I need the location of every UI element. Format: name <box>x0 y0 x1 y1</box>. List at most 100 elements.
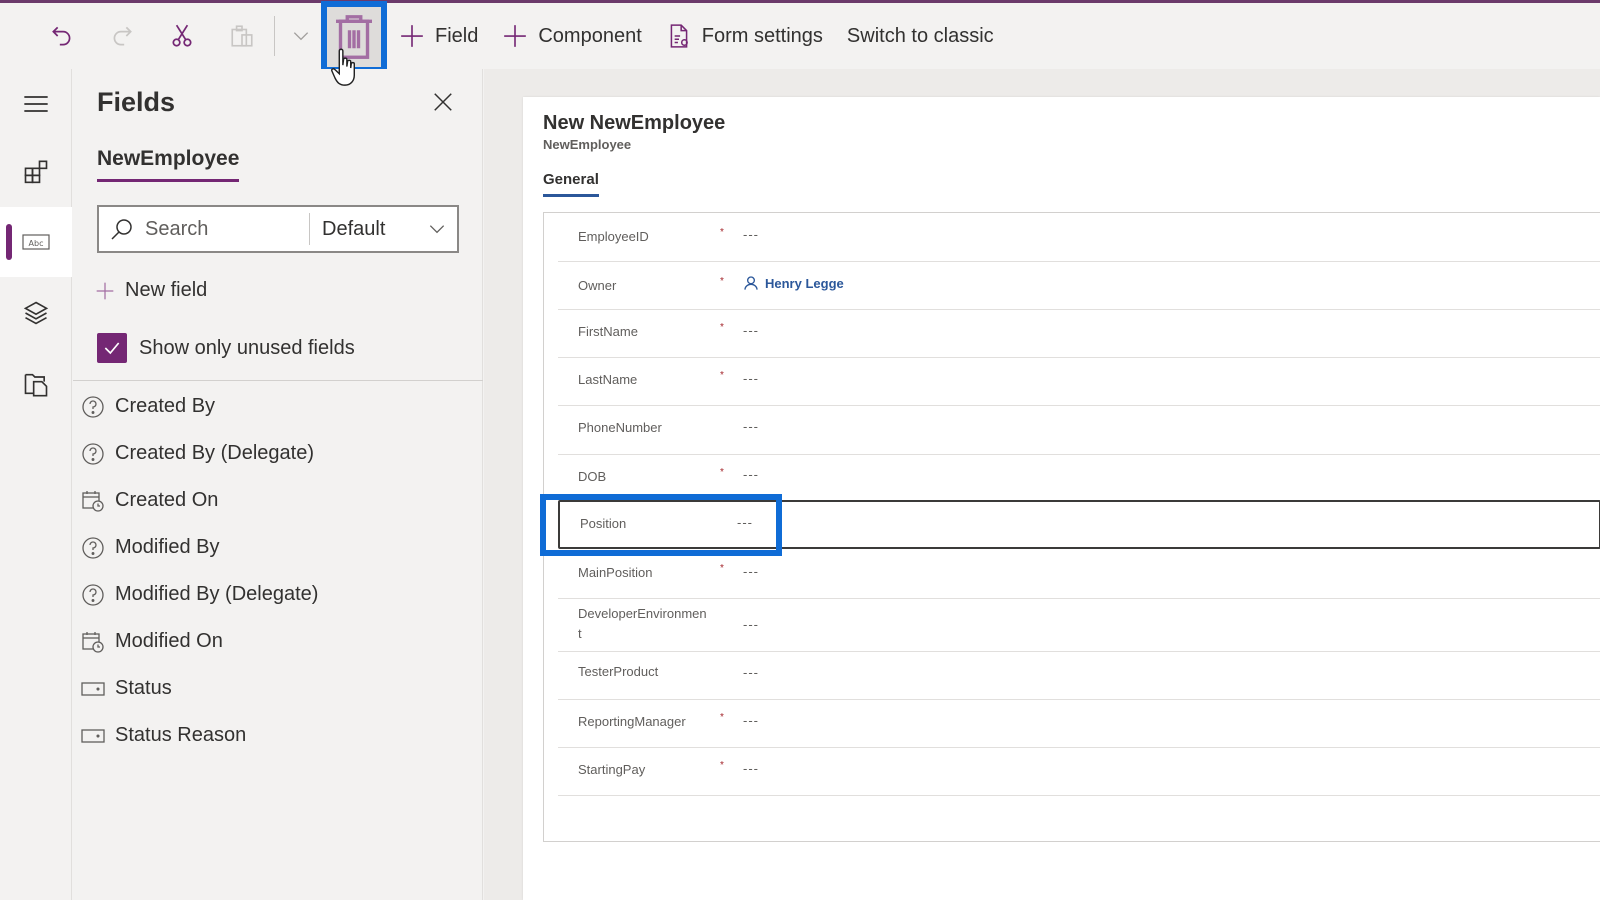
form-field-label: ReportingManager <box>578 714 686 729</box>
undo-button[interactable] <box>32 5 92 67</box>
lookup-icon <box>82 442 104 465</box>
form-field-row[interactable]: LastName * --- <box>558 358 1600 406</box>
switch-to-classic-button[interactable]: Switch to classic <box>835 5 1006 67</box>
more-dropdown-button[interactable] <box>281 5 321 67</box>
form-title: New NewEmployee <box>543 112 726 134</box>
close-panel-button[interactable] <box>428 87 458 117</box>
cut-button[interactable] <box>152 5 212 67</box>
datetime-icon <box>82 490 104 512</box>
field-list-item-label: Created By <box>115 395 216 417</box>
field-list-item[interactable]: Status <box>79 665 479 712</box>
search-input[interactable] <box>145 217 305 241</box>
trash-icon <box>336 15 372 59</box>
form-field-label: MainPosition <box>578 565 653 580</box>
field-list-item[interactable]: Created By <box>79 383 479 430</box>
field-list-item-label: Created On <box>115 489 219 511</box>
rail-components-button[interactable] <box>0 138 72 208</box>
form-field-label: Position <box>580 516 627 531</box>
add-field-button[interactable]: Field <box>387 5 490 67</box>
filter-selected-value: Default <box>322 217 386 240</box>
redo-button[interactable] <box>92 5 152 67</box>
form-field-value: --- <box>743 371 759 386</box>
plus-icon <box>401 25 423 47</box>
svg-text:Abc: Abc <box>29 239 44 248</box>
add-field-label: Field <box>435 24 479 47</box>
paste-icon <box>231 25 253 47</box>
form-field-row[interactable]: Owner * Henry Legge <box>558 262 1600 310</box>
chevron-down-icon <box>429 225 445 234</box>
form-field-row[interactable]: DeveloperEnvironment --- <box>558 599 1600 652</box>
form-field-row[interactable]: DOB * --- <box>558 455 1600 500</box>
show-unused-checkbox[interactable]: Show only unused fields <box>97 333 355 363</box>
components-icon <box>24 160 48 184</box>
lookup-icon <box>82 395 104 418</box>
toolbar-divider <box>274 16 275 56</box>
delete-button[interactable] <box>321 1 387 73</box>
person-icon <box>744 276 758 290</box>
form-field-label: PhoneNumber <box>578 420 662 435</box>
checkbox-checked[interactable] <box>97 333 127 363</box>
field-list-item[interactable]: Modified On <box>79 618 479 665</box>
owner-lookup-value[interactable]: Henry Legge <box>743 275 844 291</box>
add-component-button[interactable]: Component <box>490 5 653 67</box>
lookup-icon <box>82 536 104 559</box>
form-field-row[interactable]: PhoneNumber --- <box>558 406 1600 455</box>
fields-panel: Fields NewEmployee Default New field Sho… <box>73 69 483 900</box>
rail-form-libraries-button[interactable] <box>0 349 72 419</box>
field-list-item[interactable]: Status Reason <box>79 712 479 759</box>
required-marker: * <box>720 370 724 381</box>
form-field-value: --- <box>737 515 753 530</box>
tab-newemployee[interactable]: NewEmployee <box>97 147 240 182</box>
form-field-value: --- <box>743 761 759 776</box>
plus-icon <box>96 282 114 299</box>
left-nav-rail: Abc <box>0 69 72 900</box>
form-settings-icon <box>670 24 688 48</box>
form-field-row[interactable]: TesterProduct --- <box>558 652 1600 700</box>
field-list-item-label: Modified On <box>115 630 223 652</box>
required-marker: * <box>720 467 724 478</box>
form-field-row-selected[interactable]: Position --- <box>558 500 1600 549</box>
new-field-label: New field <box>125 279 208 301</box>
field-search-box: Default <box>97 205 459 253</box>
form-field-row[interactable]: MainPosition * --- <box>558 551 1600 599</box>
rail-fields-button[interactable]: Abc <box>0 207 72 277</box>
field-list-item-label: Modified By (Delegate) <box>115 583 319 605</box>
undo-icon <box>52 26 71 46</box>
form-field-label: StartingPay <box>578 762 646 777</box>
field-list-item[interactable]: Created On <box>79 477 479 524</box>
form-field-row[interactable]: FirstName * --- <box>558 310 1600 358</box>
field-list-item[interactable]: Modified By <box>79 524 479 571</box>
hamburger-icon <box>24 96 48 112</box>
form-field-value: --- <box>743 617 759 632</box>
form-field-value: --- <box>743 564 759 579</box>
owner-name: Henry Legge <box>765 275 844 291</box>
close-icon <box>434 93 452 111</box>
datetime-icon <box>82 631 104 653</box>
form-settings-button[interactable]: Form settings <box>654 5 835 67</box>
rail-tree-view-button[interactable] <box>0 278 72 348</box>
fields-icon: Abc <box>22 234 50 250</box>
form-field-row[interactable]: StartingPay * --- <box>558 748 1600 796</box>
field-filter-dropdown[interactable]: Default <box>322 218 457 241</box>
form-field-label: FirstName <box>578 324 638 339</box>
required-marker: * <box>720 276 724 287</box>
form-field-row[interactable]: ReportingManager * --- <box>558 700 1600 748</box>
layers-icon <box>23 301 49 325</box>
required-marker: * <box>720 760 724 771</box>
field-list-item[interactable]: Created By (Delegate) <box>79 430 479 477</box>
form-field-value: --- <box>743 419 759 434</box>
form-field-label: DOB <box>578 469 607 484</box>
form-field-label: DeveloperEnvironment <box>578 606 707 641</box>
paste-button[interactable] <box>212 5 272 67</box>
form-field-label: TesterProduct <box>578 664 659 679</box>
hamburger-menu-button[interactable] <box>0 69 72 139</box>
form-subtitle: NewEmployee <box>543 137 632 152</box>
tab-general[interactable]: General <box>543 171 599 197</box>
add-component-label: Component <box>538 24 642 47</box>
required-marker: * <box>720 322 724 333</box>
form-field-row[interactable]: EmployeeID * --- <box>558 213 1600 262</box>
form-field-value: --- <box>743 323 759 338</box>
new-field-button[interactable]: New field <box>95 279 207 302</box>
field-list-item[interactable]: Modified By (Delegate) <box>79 571 479 618</box>
search-divider <box>309 213 310 245</box>
